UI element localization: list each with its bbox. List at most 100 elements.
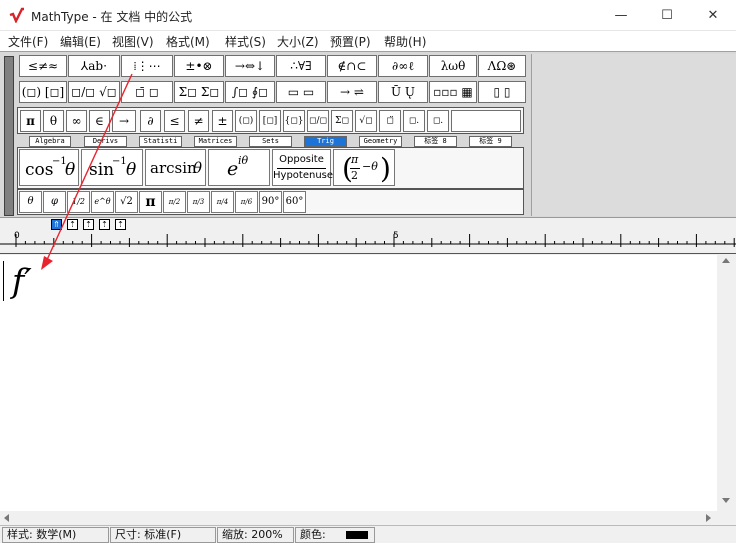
equation-editor[interactable]: f′	[0, 255, 717, 511]
tab-label-8[interactable]: 标签 8	[414, 136, 457, 147]
tab-matrices[interactable]: Matrices	[194, 136, 237, 147]
palette-logic[interactable]: ∴∀∃	[276, 55, 326, 77]
small-bar-subsup[interactable]: ◻.	[427, 110, 449, 132]
symbol-one-half[interactable]: 1/2	[67, 191, 90, 213]
tab-geometry[interactable]: Geometry	[359, 136, 402, 147]
status-color[interactable]: 颜色:	[295, 527, 375, 543]
small-bar-fraction[interactable]: ◻/◻	[307, 110, 329, 132]
vertical-scrollbar[interactable]	[717, 255, 736, 511]
small-bar-superscript[interactable]: ◻̈	[379, 110, 401, 132]
symbol-pi-over-4[interactable]: π/4	[211, 191, 234, 213]
small-bar-parens[interactable]: (◻)	[235, 110, 257, 132]
size-selector-4[interactable]: ⇡	[99, 219, 110, 230]
menu-style[interactable]: 样式(S)	[225, 33, 266, 50]
small-bar-leq[interactable]: ≤	[164, 110, 185, 132]
palette-products[interactable]: Ū Ų	[378, 81, 428, 103]
small-bar-arrow[interactable]: →	[112, 110, 136, 132]
symbol-theta[interactable]: θ	[19, 191, 42, 213]
scroll-down-icon[interactable]	[722, 498, 730, 503]
small-bar-pi[interactable]: π	[20, 110, 41, 132]
tab-sets[interactable]: Sets	[249, 136, 292, 147]
palette-bars[interactable]: ▭ ▭	[276, 81, 326, 103]
tab-trig[interactable]: Trig	[304, 136, 347, 147]
symbol-pi-over-3[interactable]: π/3	[187, 191, 210, 213]
size-selector-2[interactable]: ⇡	[67, 219, 78, 230]
palette-operators[interactable]: ±•⊗	[174, 55, 224, 77]
palette-relations[interactable]: ≤≠≈	[19, 55, 67, 77]
palette-integrals[interactable]: ∫◻ ∮◻	[225, 81, 275, 103]
toolbar-grip[interactable]	[4, 56, 14, 216]
menu-edit[interactable]: 编辑(E)	[60, 33, 101, 50]
small-bar-element[interactable]: ∈	[89, 110, 110, 132]
scroll-left-icon[interactable]	[4, 514, 9, 522]
template-pi-over-2-minus-theta[interactable]: ( π 2 −θ )	[333, 149, 395, 186]
small-bar-subscript[interactable]: ◻.	[403, 110, 425, 132]
symbol-e-theta[interactable]: e^θ	[91, 191, 114, 213]
palette-embellishments[interactable]: ⁞⋮⋯	[121, 55, 173, 77]
status-size[interactable]: 尺寸: 标准(F)	[110, 527, 216, 543]
template-opposite-hypotenuse[interactable]: Opposite Hypotenuse	[272, 149, 334, 186]
palette-matrices[interactable]: ▫▫▫ ▦	[429, 81, 477, 103]
symbol-phi[interactable]: φ	[43, 191, 66, 213]
palette-summations[interactable]: Σ◻ Σ◻	[174, 81, 224, 103]
symbol-sqrt2[interactable]: √2	[115, 191, 138, 213]
small-bar-braces[interactable]: {◻}	[283, 110, 305, 132]
template-arcsin-inverse[interactable]: sin −1 θ	[81, 149, 143, 186]
menu-help[interactable]: 帮助(H)	[384, 33, 426, 50]
ruler[interactable]: 0 5	[0, 230, 736, 254]
palette-greek-lower[interactable]: λωθ	[429, 55, 477, 77]
small-bar-plusminus[interactable]: ±	[212, 110, 233, 132]
small-bar-sqrt[interactable]: √◻	[355, 110, 377, 132]
tab-label-9[interactable]: 标签 9	[469, 136, 512, 147]
template-arcsin[interactable]: arcsin θ	[145, 149, 206, 186]
template-euler[interactable]: e iθ	[208, 149, 270, 186]
template-arccos-cos: cos	[25, 160, 54, 180]
maximize-button[interactable]: ☐	[644, 0, 690, 31]
small-bar-brackets[interactable]: [◻]	[259, 110, 281, 132]
template-arccos[interactable]: cos −1 θ	[19, 149, 79, 186]
palette-labeled-arrows[interactable]: → ⇌	[327, 81, 377, 103]
tab-algebra[interactable]: Algebra	[29, 136, 71, 147]
palette-arrows[interactable]: →⇔↓	[225, 55, 275, 77]
symbol-pi-over-2[interactable]: π/2	[163, 191, 186, 213]
close-button[interactable]: ✕	[690, 0, 736, 31]
small-bar-partial[interactable]: ∂	[140, 110, 161, 132]
size-selector-1[interactable]: ⇑	[51, 219, 62, 230]
symbol-pi[interactable]: π	[139, 191, 162, 213]
template-hypotenuse: Hypotenuse	[273, 170, 334, 181]
palette-greek-upper[interactable]: ΛΩ⊛	[478, 55, 526, 77]
palette-boxes[interactable]: ▯ ▯	[478, 81, 526, 103]
equation-text[interactable]: f′	[12, 261, 32, 300]
palette-misc[interactable]: ∂∞ℓ	[378, 55, 428, 77]
small-bar-theta[interactable]: θ	[43, 110, 64, 132]
size-selector-5[interactable]: ⇡	[115, 219, 126, 230]
menu-size[interactable]: 大小(Z)	[277, 33, 319, 50]
minimize-button[interactable]: —	[598, 0, 644, 31]
scroll-up-icon[interactable]	[722, 258, 730, 263]
horizontal-scrollbar[interactable]	[0, 511, 717, 525]
palette-sets[interactable]: ∉∩⊂	[327, 55, 377, 77]
status-zoom[interactable]: 缩放: 200%	[217, 527, 294, 543]
symbol-pi-over-6[interactable]: π/6	[235, 191, 258, 213]
status-style[interactable]: 样式: 数学(M)	[2, 527, 109, 543]
symbol-60-degrees[interactable]: 60°	[283, 191, 306, 213]
menu-format[interactable]: 格式(M)	[166, 33, 210, 50]
template-euler-exponent: iθ	[238, 154, 249, 167]
menu-view[interactable]: 视图(V)	[112, 33, 154, 50]
tab-derivs[interactable]: Derivs	[84, 136, 127, 147]
symbol-90-degrees[interactable]: 90°	[259, 191, 282, 213]
small-bar-infinity[interactable]: ∞	[66, 110, 87, 132]
palette-fractions-radicals[interactable]: ◻/◻ √◻	[68, 81, 120, 103]
palette-fences[interactable]: (◻) [◻]	[19, 81, 67, 103]
scroll-right-icon[interactable]	[706, 514, 711, 522]
small-bar-empty-slot[interactable]	[451, 110, 521, 132]
menu-file[interactable]: 文件(F)	[8, 33, 48, 50]
small-bar-sum[interactable]: Σ◻	[331, 110, 353, 132]
small-bar-neq[interactable]: ≠	[188, 110, 209, 132]
size-selector-3[interactable]: ⇡	[83, 219, 94, 230]
palette-spaces[interactable]: ⅄ab⋅	[68, 55, 120, 77]
palette-scripts[interactable]: ◻̄ ◻	[121, 81, 173, 103]
tab-statistics[interactable]: Statisti	[139, 136, 182, 147]
menu-preferences[interactable]: 预置(P)	[330, 33, 371, 50]
template-sin-theta: θ	[126, 160, 137, 180]
